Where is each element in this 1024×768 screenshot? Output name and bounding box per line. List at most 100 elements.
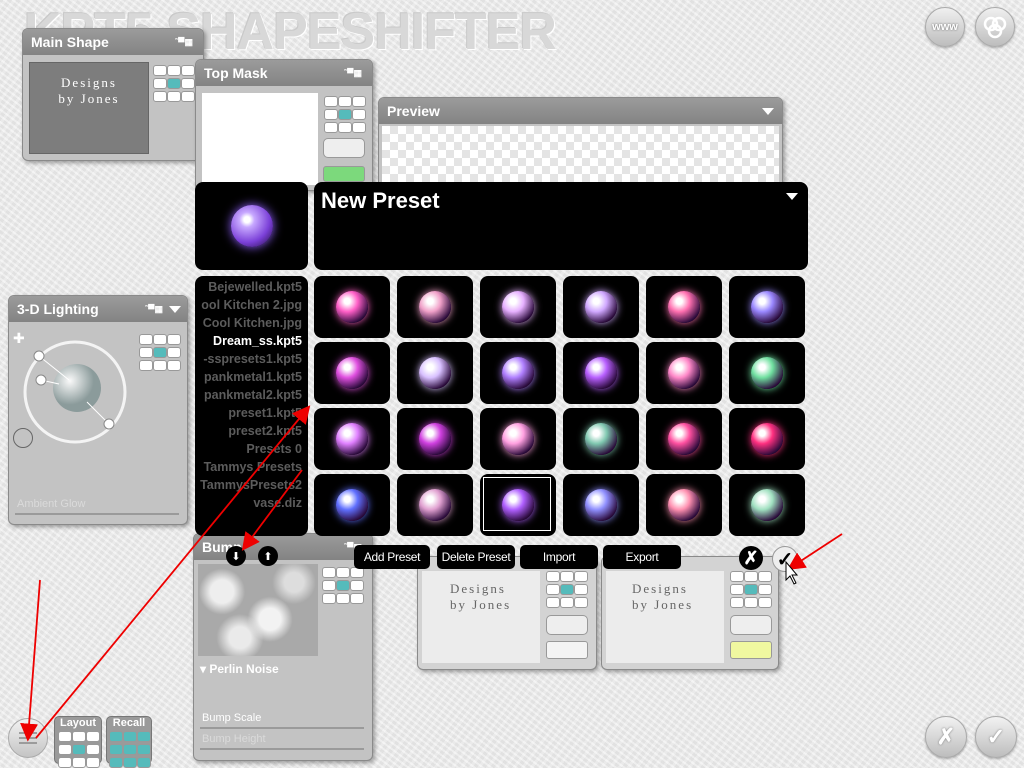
- mask-alignment-grid[interactable]: [324, 96, 366, 133]
- preset-thumbnail[interactable]: [729, 276, 805, 338]
- preset-file-list[interactable]: Bejewelled.kpt5 ool Kitchen 2.jpg Cool Kit…: [195, 276, 308, 536]
- import-button[interactable]: Import: [520, 545, 598, 569]
- preset-thumbnail[interactable]: [646, 408, 722, 470]
- move-up-button[interactable]: ⬆: [258, 546, 278, 566]
- preset-thumbnail[interactable]: [563, 276, 639, 338]
- current-preset-orb: [230, 205, 273, 247]
- preview-title: Preview: [387, 103, 440, 119]
- preset-thumbnail[interactable]: [646, 276, 722, 338]
- preset-ok-button[interactable]: ✓: [772, 546, 798, 572]
- kpt-logo-button[interactable]: [975, 7, 1015, 47]
- preset-thumbnail[interactable]: [397, 342, 473, 404]
- preset-cancel-button[interactable]: ✗: [739, 546, 763, 570]
- www-button[interactable]: www: [925, 7, 965, 47]
- top-mask-header[interactable]: Top Mask ˜▀▦: [196, 60, 372, 86]
- mini-a-grid[interactable]: [546, 571, 588, 608]
- preset-file-item[interactable]: pankmetal2.kpt5: [195, 386, 308, 404]
- layout-button[interactable]: Layout: [54, 716, 102, 768]
- mini-a-contour-button[interactable]: [546, 615, 588, 635]
- mini-panel-b-preview[interactable]: Designs by Jones: [606, 571, 724, 663]
- add-preset-button[interactable]: Add Preset: [354, 545, 430, 569]
- preset-thumbnail[interactable]: [729, 342, 805, 404]
- preset-file-item[interactable]: preset2.kpt5: [195, 422, 308, 440]
- bump-scale-slider[interactable]: [200, 727, 364, 729]
- bump-type-dropdown[interactable]: ▾ Perlin Noise: [200, 662, 279, 676]
- preset-thumbnail[interactable]: [397, 474, 473, 536]
- preset-thumbnail[interactable]: [480, 408, 556, 470]
- preset-file-item[interactable]: TammysPresets2: [195, 476, 308, 494]
- preset-orb: [419, 423, 451, 455]
- preset-thumbnail[interactable]: [646, 474, 722, 536]
- top-mask-preview[interactable]: [202, 93, 318, 185]
- preset-thumbnail[interactable]: [563, 342, 639, 404]
- preset-file-item[interactable]: ool Kitchen 2.jpg: [195, 296, 308, 314]
- collapse-icon[interactable]: ˜▀▦: [145, 296, 163, 322]
- preset-file-item[interactable]: -sspresets1.kpt5: [195, 350, 308, 368]
- preview-header[interactable]: Preview: [379, 98, 782, 124]
- preset-thumbnail[interactable]: [480, 342, 556, 404]
- lighting-header[interactable]: 3-D Lighting ˜▀▦: [9, 296, 187, 322]
- light-color-circle[interactable]: [13, 428, 33, 448]
- mini-b-swatch[interactable]: [730, 641, 772, 659]
- main-cancel-button[interactable]: ✗: [925, 716, 967, 758]
- mini-b-contour-button[interactable]: [730, 615, 772, 635]
- up-arrow-icon: ⬆: [263, 550, 273, 563]
- dropdown-triangle-icon[interactable]: [762, 108, 774, 115]
- preset-thumbnail[interactable]: [646, 342, 722, 404]
- preset-file-item[interactable]: pankmetal1.kpt5: [195, 368, 308, 386]
- preset-orb: [668, 291, 700, 323]
- preset-thumbnail[interactable]: [480, 276, 556, 338]
- light-dial[interactable]: [19, 336, 131, 448]
- delete-preset-button[interactable]: Delete Preset: [437, 545, 515, 569]
- preset-orb: [751, 357, 783, 389]
- preset-thumbnail[interactable]: [397, 408, 473, 470]
- preset-file-item[interactable]: Bejewelled.kpt5: [195, 278, 308, 296]
- collapse-icon[interactable]: ˜▀▦: [344, 60, 362, 86]
- preset-thumbnail[interactable]: [397, 276, 473, 338]
- collapse-icon[interactable]: ˜▀▦: [175, 29, 193, 55]
- preset-file-item[interactable]: Dream_ss.kpt5: [195, 332, 308, 350]
- preset-menu-triangle-icon[interactable]: [786, 193, 798, 200]
- main-shape-preview[interactable]: Designs by Jones: [29, 62, 149, 154]
- preset-file-item[interactable]: Tammys Presets: [195, 458, 308, 476]
- preset-orb: [751, 423, 783, 455]
- preset-name-bar[interactable]: New Preset: [314, 182, 808, 270]
- bump-height-slider[interactable]: [200, 748, 364, 750]
- preset-thumbnail[interactable]: [563, 408, 639, 470]
- preset-thumbnail[interactable]: [314, 342, 390, 404]
- main-shape-header[interactable]: Main Shape ˜▀▦: [23, 29, 203, 55]
- preset-orb: [336, 291, 368, 323]
- move-down-button[interactable]: ⬇: [226, 546, 246, 566]
- preset-file-item[interactable]: Presets 0: [195, 440, 308, 458]
- shape-alignment-grid[interactable]: [153, 65, 195, 102]
- mini-panel-a-preview[interactable]: Designs by Jones: [422, 571, 540, 663]
- bump-texture-preview[interactable]: [198, 564, 318, 656]
- preset-file-item[interactable]: preset1.kpt5: [195, 404, 308, 422]
- preset-thumbnail[interactable]: [314, 276, 390, 338]
- preset-thumbnail[interactable]: [480, 474, 556, 536]
- preset-thumbnail[interactable]: [563, 474, 639, 536]
- mini-b-grid[interactable]: [730, 571, 772, 608]
- preset-orb: [419, 489, 451, 521]
- recall-button[interactable]: Recall: [106, 716, 152, 768]
- preset-thumbnail[interactable]: [729, 408, 805, 470]
- mask-contour-button[interactable]: [323, 138, 365, 158]
- options-button[interactable]: [8, 718, 48, 758]
- preset-thumbnail[interactable]: [729, 474, 805, 536]
- preview-canvas[interactable]: [382, 126, 779, 184]
- preset-file-item[interactable]: vase.diz: [195, 494, 308, 512]
- light-alignment-grid[interactable]: [139, 334, 181, 371]
- preset-thumbnail[interactable]: [314, 474, 390, 536]
- mini-a-swatch[interactable]: [546, 641, 588, 659]
- ambient-glow-slider[interactable]: [15, 513, 179, 515]
- bump-alignment-grid[interactable]: [322, 567, 364, 604]
- bump-height-label: Bump Height: [202, 733, 266, 745]
- preset-file-item[interactable]: Cool Kitchen.jpg: [195, 314, 308, 332]
- export-button[interactable]: Export: [603, 545, 681, 569]
- main-ok-button[interactable]: ✓: [975, 716, 1017, 758]
- preset-grid: [314, 276, 808, 540]
- preset-name: New Preset: [321, 188, 440, 213]
- preset-thumbnail[interactable]: [314, 408, 390, 470]
- mask-color-swatch[interactable]: [323, 166, 365, 182]
- dropdown-triangle-icon[interactable]: [169, 306, 181, 313]
